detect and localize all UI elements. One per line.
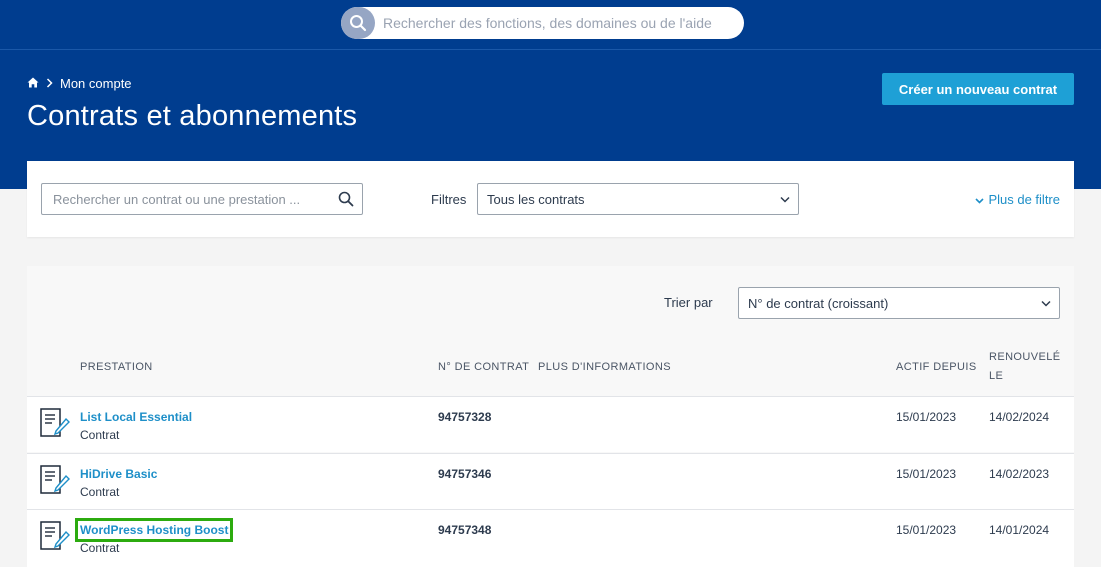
- contract-type: Contrat: [80, 428, 120, 442]
- create-contract-button[interactable]: Créer un nouveau contrat: [882, 73, 1074, 105]
- active-since-date: 15/01/2023: [896, 523, 957, 537]
- contract-document-icon: [40, 408, 70, 445]
- column-header-renewed: RENOUVELÉ LE: [989, 348, 1060, 386]
- more-filters-label: Plus de filtre: [988, 192, 1060, 207]
- contracts-list: Trier par N° de contrat (croissant) PRES…: [27, 266, 1074, 567]
- contract-number: 94757348: [438, 523, 492, 537]
- contract-filter-select[interactable]: Tous les contrats: [477, 183, 799, 215]
- global-search-input[interactable]: [375, 15, 725, 31]
- table-row: List Local Essential Contrat 94757328 15…: [27, 396, 1074, 452]
- column-header-renewed-line2: LE: [989, 370, 1004, 382]
- column-header-contract-number: N° DE CONTRAT: [438, 361, 530, 373]
- chevron-down-icon: [780, 192, 790, 207]
- contract-link[interactable]: HiDrive Basic: [80, 467, 157, 481]
- column-header-more-info: PLUS D'INFORMATIONS: [538, 361, 671, 373]
- column-header-service: PRESTATION: [80, 361, 153, 373]
- filters-label: Filtres: [431, 192, 467, 207]
- contract-search[interactable]: [41, 183, 363, 215]
- chevron-right-icon: [46, 75, 53, 91]
- page-title: Contrats et abonnements: [27, 100, 358, 132]
- chevron-down-icon: [975, 192, 985, 207]
- contract-filter-value: Tous les contrats: [487, 191, 585, 207]
- table-row: HiDrive Basic Contrat 94757346 15/01/202…: [27, 453, 1074, 509]
- active-since-date: 15/01/2023: [896, 410, 957, 424]
- sort-label: Trier par: [664, 295, 713, 310]
- column-header-renewed-line1: RENOUVELÉ: [989, 351, 1061, 363]
- chevron-down-icon: [1041, 296, 1051, 311]
- contract-type: Contrat: [80, 485, 120, 499]
- contract-number: 94757328: [438, 410, 492, 424]
- search-icon[interactable]: [338, 191, 354, 212]
- top-bar: [0, 0, 1101, 50]
- home-icon[interactable]: [27, 76, 39, 91]
- contract-type: Contrat: [80, 541, 120, 555]
- renewed-date: 14/01/2024: [989, 523, 1050, 537]
- contract-document-icon: [40, 521, 70, 558]
- contract-link[interactable]: List Local Essential: [80, 410, 192, 424]
- contract-link[interactable]: WordPress Hosting Boost: [74, 518, 234, 542]
- renewed-date: 14/02/2024: [989, 410, 1050, 424]
- renewed-date: 14/02/2023: [989, 467, 1050, 481]
- contract-search-input[interactable]: [42, 191, 322, 207]
- breadcrumb: Mon compte: [27, 75, 132, 91]
- active-since-date: 15/01/2023: [896, 467, 957, 481]
- breadcrumb-item-account[interactable]: Mon compte: [60, 76, 132, 91]
- contract-number: 94757346: [438, 467, 492, 481]
- global-search[interactable]: [341, 7, 744, 39]
- sort-value: N° de contrat (croissant): [748, 295, 889, 311]
- sort-select[interactable]: N° de contrat (croissant): [738, 287, 1060, 319]
- more-filters-link[interactable]: Plus de filtre: [975, 192, 1060, 207]
- search-icon[interactable]: [341, 7, 375, 39]
- contract-document-icon: [40, 465, 70, 502]
- filter-panel: Filtres Tous les contrats Plus de filtre: [27, 161, 1074, 237]
- table-row: WordPress Hosting Boost Contrat 94757348…: [27, 509, 1074, 567]
- column-header-active-since: ACTIF DEPUIS: [896, 361, 977, 373]
